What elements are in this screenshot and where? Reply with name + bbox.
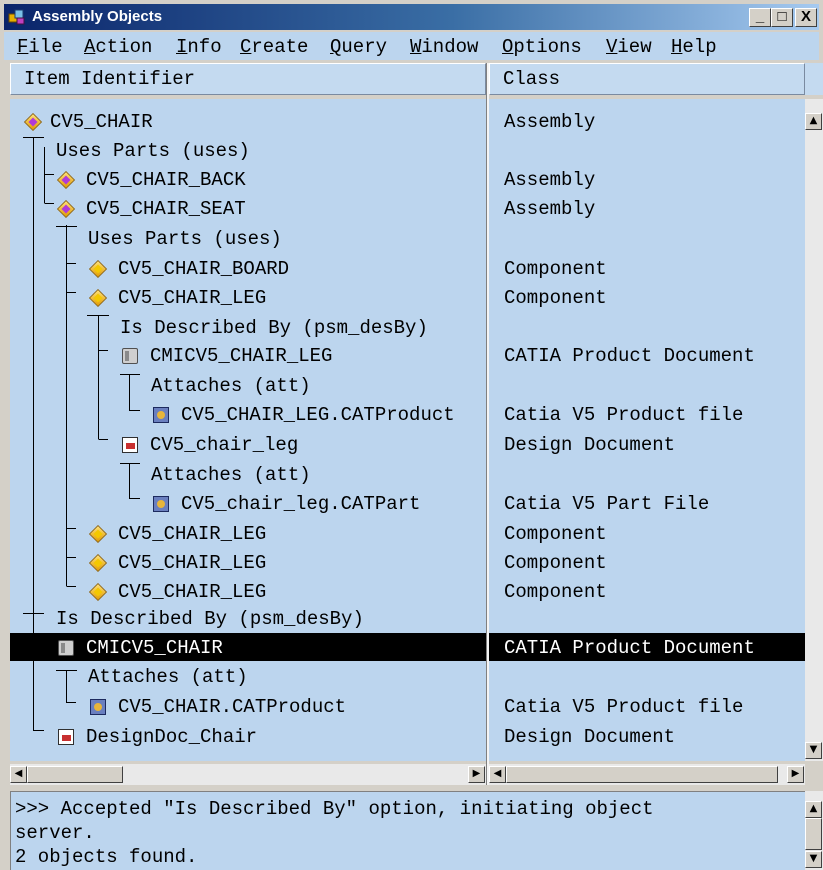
class-cell: Catia V5 Product file (504, 696, 744, 718)
tree-horizontal-scrollbar[interactable]: ◀ ▶ (10, 764, 486, 785)
window-title: Assembly Objects (32, 8, 163, 25)
catia-file-icon (153, 407, 169, 423)
menu-query[interactable]: Query (330, 36, 387, 58)
output-vertical-scrollbar[interactable]: ▲ ▼ (805, 791, 823, 870)
design-document-icon (58, 729, 74, 745)
menu-bar: File Action Info Create Query Window Opt… (4, 32, 819, 60)
class-horizontal-scrollbar[interactable]: ◀ ▶ (489, 764, 805, 785)
selection-highlight (10, 633, 486, 661)
scroll-left-arrow-icon[interactable]: ◀ (10, 766, 27, 783)
menu-window[interactable]: Window (410, 36, 478, 58)
output-message-pane[interactable]: >>> Accepted "Is Described By" option, i… (10, 791, 805, 870)
menu-help[interactable]: Help (671, 36, 717, 58)
catia-file-icon (153, 496, 169, 512)
scroll-up-arrow-icon[interactable]: ▲ (805, 801, 822, 818)
class-cell: Component (504, 258, 607, 280)
scroll-up-arrow-icon[interactable]: ▲ (805, 113, 822, 130)
tree-connector-lines (23, 137, 140, 731)
class-cell: Assembly (504, 198, 596, 220)
maximize-button[interactable]: □ (771, 8, 793, 27)
header-corner (805, 63, 823, 95)
class-cell: Component (504, 523, 607, 545)
product-document-icon (122, 348, 138, 364)
output-line: 2 objects found. (15, 846, 198, 868)
menu-action[interactable]: Action (84, 36, 152, 58)
menu-view[interactable]: View (606, 36, 652, 58)
scroll-right-arrow-icon[interactable]: ▶ (468, 766, 485, 783)
design-document-icon (122, 437, 138, 453)
class-cell: Catia V5 Part File (504, 493, 710, 515)
column-header-item-identifier[interactable]: Item Identifier (10, 63, 486, 95)
scroll-thumb[interactable] (27, 766, 123, 783)
item-tree-pane[interactable]: CV5_CHAIR Uses Parts (uses) CV5_CHAIR_BA… (10, 99, 486, 761)
class-cell-selected: CATIA Product Document (504, 637, 755, 659)
class-cell: Design Document (504, 726, 676, 748)
class-cell: Component (504, 581, 607, 603)
title-bar[interactable]: Assembly Objects _ □ X (4, 4, 819, 30)
tree-vertical-scrollbar[interactable]: ▲ ▼ (805, 99, 823, 761)
output-line: >>> Accepted "Is Described By" option, i… (15, 798, 654, 820)
scroll-down-arrow-icon[interactable]: ▼ (805, 851, 822, 868)
product-document-icon (58, 640, 74, 656)
menu-create[interactable]: Create (240, 36, 308, 58)
menu-info[interactable]: Info (176, 36, 222, 58)
class-cell: Component (504, 287, 607, 309)
scroll-thumb[interactable] (506, 766, 778, 783)
assembly-objects-window: Assembly Objects _ □ X File Action Info … (0, 0, 823, 870)
minimize-button[interactable]: _ (749, 8, 771, 27)
scroll-left-arrow-icon[interactable]: ◀ (489, 766, 506, 783)
app-icon (8, 9, 25, 25)
class-cell: Assembly (504, 111, 596, 133)
menu-file[interactable]: File (17, 36, 63, 58)
output-line: server. (15, 822, 95, 844)
column-header-class[interactable]: Class (489, 63, 805, 95)
scroll-thumb[interactable] (805, 818, 822, 850)
close-button[interactable]: X (795, 8, 817, 27)
class-cell: Component (504, 552, 607, 574)
class-cell: Design Document (504, 434, 676, 456)
menu-options[interactable]: Options (502, 36, 582, 58)
scroll-down-arrow-icon[interactable]: ▼ (805, 742, 822, 759)
class-cell: Catia V5 Product file (504, 404, 744, 426)
scroll-right-arrow-icon[interactable]: ▶ (787, 766, 804, 783)
catia-file-icon (90, 699, 106, 715)
class-cell: CATIA Product Document (504, 345, 755, 367)
class-cell: Assembly (504, 169, 596, 191)
class-pane[interactable]: Assembly Assembly Assembly Component Com… (489, 99, 805, 761)
